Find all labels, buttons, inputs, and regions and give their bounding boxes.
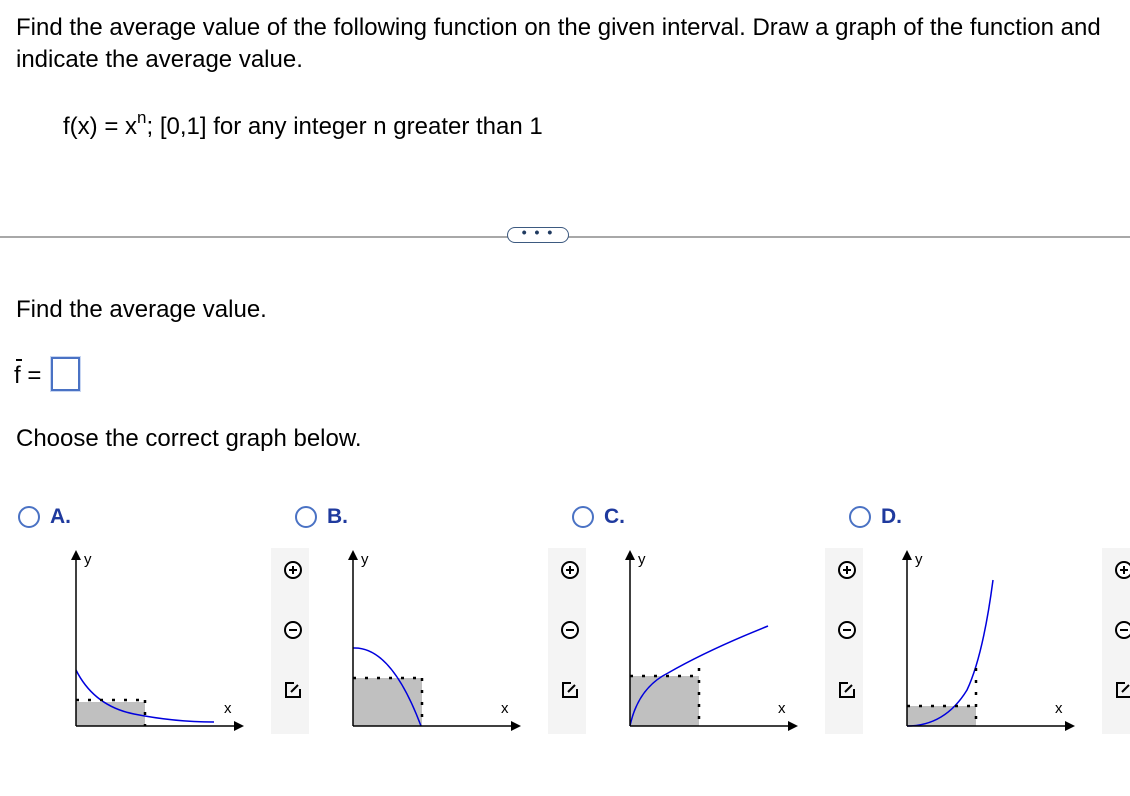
question-text: Find the average value of the following … bbox=[16, 14, 1101, 73]
average-value-prompt: Find the average value. bbox=[16, 296, 267, 323]
option-c-radio[interactable] bbox=[572, 506, 594, 528]
option-a-radio[interactable] bbox=[18, 506, 40, 528]
function-exponent: n bbox=[137, 108, 147, 127]
x-axis-label: x bbox=[501, 700, 509, 717]
option-a: A. y x bbox=[18, 500, 309, 740]
zoom-out-icon[interactable] bbox=[1113, 619, 1130, 641]
function-curve bbox=[906, 579, 994, 727]
option-d-graph: y x bbox=[902, 550, 1075, 731]
average-value-input[interactable] bbox=[51, 357, 80, 391]
y-axis-label: y bbox=[361, 551, 369, 568]
y-axis-label: y bbox=[915, 551, 923, 568]
x-axis-arrow bbox=[788, 721, 798, 731]
option-b-graph: y x bbox=[348, 550, 521, 731]
y-axis-arrow bbox=[902, 550, 912, 560]
option-c: C. y x bbox=[572, 500, 863, 740]
function-definition: f(x) = xn; [0,1] for any integer n great… bbox=[63, 108, 543, 141]
option-b: B. y x bbox=[295, 500, 586, 740]
show-more-button[interactable]: • • • bbox=[507, 225, 569, 243]
y-axis-arrow bbox=[348, 550, 358, 560]
y-axis-arrow bbox=[625, 550, 635, 560]
x-axis-arrow bbox=[234, 721, 244, 731]
option-b-radio[interactable] bbox=[295, 506, 317, 528]
f-bar-label: f bbox=[14, 359, 22, 389]
option-d-label: D. bbox=[881, 505, 902, 528]
function-suffix: ; [0,1] for any integer n greater than 1 bbox=[146, 113, 543, 140]
option-c-graph: y x bbox=[625, 550, 798, 731]
average-rect bbox=[630, 676, 699, 726]
choose-graph-prompt: Choose the correct graph below. bbox=[16, 425, 362, 452]
option-d: D. y x bbox=[849, 500, 1130, 740]
function-prefix: f(x) = x bbox=[63, 113, 138, 140]
y-axis-arrow bbox=[71, 550, 81, 560]
answer-label: f = bbox=[14, 359, 42, 389]
x-axis-arrow bbox=[1065, 721, 1075, 731]
zoom-in-icon[interactable] bbox=[1113, 559, 1130, 581]
option-a-label: A. bbox=[50, 505, 71, 528]
option-b-label: B. bbox=[327, 505, 348, 528]
x-axis-label: x bbox=[778, 700, 786, 717]
option-a-graph: y x bbox=[71, 550, 244, 731]
option-d-radio[interactable] bbox=[849, 506, 871, 528]
expand-icon[interactable] bbox=[1113, 679, 1130, 701]
x-axis-label: x bbox=[224, 700, 232, 717]
option-c-label: C. bbox=[604, 505, 625, 528]
y-axis-label: y bbox=[638, 551, 646, 568]
x-axis-label: x bbox=[1055, 700, 1063, 717]
y-axis-label: y bbox=[84, 551, 92, 568]
x-axis-arrow bbox=[511, 721, 521, 731]
